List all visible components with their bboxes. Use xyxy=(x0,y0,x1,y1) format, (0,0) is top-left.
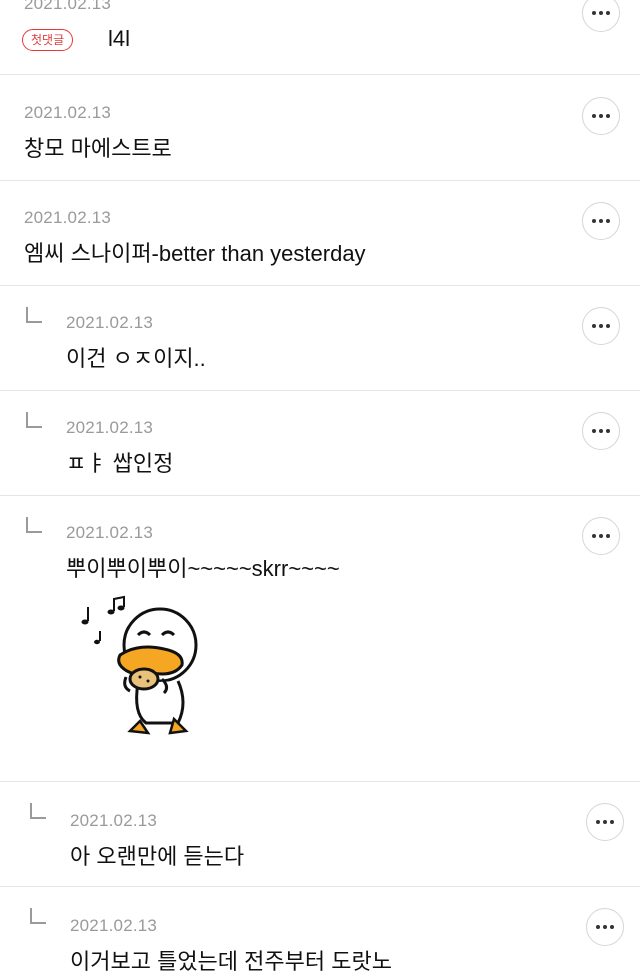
comment-text: ㅍㅑ 쌉인정 xyxy=(66,451,174,476)
comment-date: 2021.02.13 xyxy=(66,523,154,542)
first-comment-badge: 첫댓글 xyxy=(22,29,74,51)
singing-duck-emoticon xyxy=(81,595,198,735)
comment-date: 2021.02.13 xyxy=(24,208,112,227)
more-dots-icon xyxy=(592,534,610,538)
comment-text: 아 오랜만에 듣는다 xyxy=(70,844,245,869)
more-options-button[interactable] xyxy=(586,908,624,946)
comment-date: 2021.02.13 xyxy=(66,418,154,437)
more-options-button[interactable] xyxy=(582,0,620,32)
reply-arrow-icon xyxy=(26,307,42,323)
comment-date: 2021.02.13 xyxy=(70,916,158,935)
more-options-button[interactable] xyxy=(582,202,620,240)
comment-text: l4l xyxy=(108,26,131,51)
more-dots-icon xyxy=(592,114,610,118)
more-options-button[interactable] xyxy=(582,307,620,345)
reply-item: 2021.02.13 뿌이뿌이뿌이~~~~~skrr~~~~ xyxy=(0,495,640,782)
more-dots-icon xyxy=(596,925,614,929)
reply-item: 2021.02.13 이건 ㅇㅈ이지.. xyxy=(0,285,640,391)
reply-arrow-icon xyxy=(26,517,42,533)
reply-item: 2021.02.13 이거보고 틀었는데 전주부터 도랏노 xyxy=(0,886,640,976)
comment-text: 이거보고 틀었는데 전주부터 도랏노 xyxy=(70,949,392,974)
comment-text: 엠씨 스나이퍼-better than yesterday xyxy=(24,241,366,266)
comment-item: 2021.02.13 창모 마에스트로 xyxy=(0,75,640,181)
comment-text: 이건 ㅇㅈ이지.. xyxy=(66,346,206,371)
comment-date: 2021.02.13 xyxy=(66,313,154,332)
more-options-button[interactable] xyxy=(582,517,620,555)
comment-date: 2021.02.13 xyxy=(24,0,112,13)
reply-arrow-icon xyxy=(30,908,46,924)
reply-item: 2021.02.13 아 오랜만에 듣는다 xyxy=(0,781,640,887)
more-dots-icon xyxy=(592,219,610,223)
reply-arrow-icon xyxy=(26,412,42,428)
reply-arrow-icon xyxy=(30,803,46,819)
more-dots-icon xyxy=(592,11,610,15)
more-dots-icon xyxy=(592,429,610,433)
comment-date: 2021.02.13 xyxy=(24,103,112,122)
comment-text: 창모 마에스트로 xyxy=(24,136,172,161)
comment-item: 2021.02.13 첫댓글 l4l xyxy=(0,0,640,75)
comment-item: 2021.02.13 엠씨 스나이퍼-better than yesterday xyxy=(0,180,640,286)
more-options-button[interactable] xyxy=(586,803,624,841)
more-options-button[interactable] xyxy=(582,97,620,135)
more-options-button[interactable] xyxy=(582,412,620,450)
comment-text: 뿌이뿌이뿌이~~~~~skrr~~~~ xyxy=(66,556,340,581)
comment-date: 2021.02.13 xyxy=(70,811,158,830)
more-dots-icon xyxy=(596,820,614,824)
more-dots-icon xyxy=(592,324,610,328)
reply-item: 2021.02.13 ㅍㅑ 쌉인정 xyxy=(0,390,640,496)
